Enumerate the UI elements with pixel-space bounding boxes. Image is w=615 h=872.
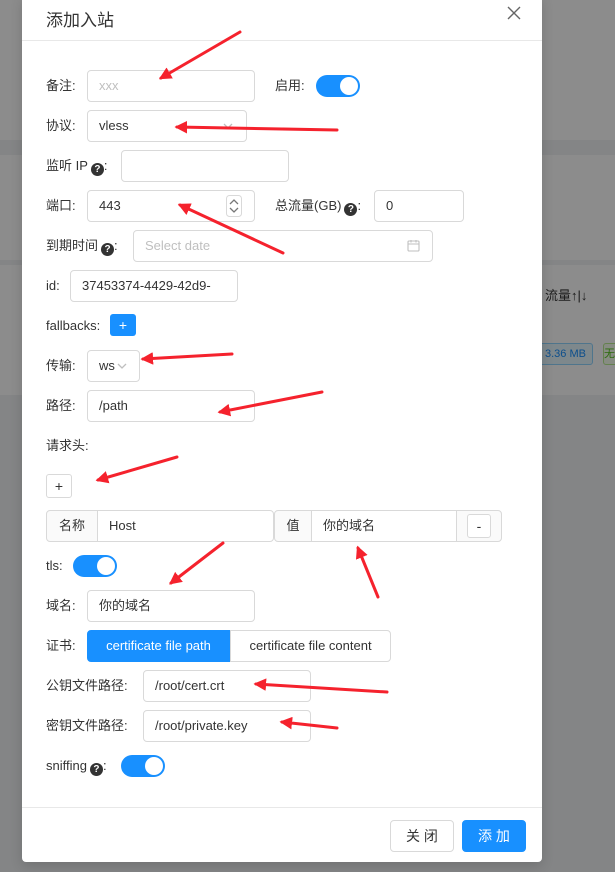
remark-input[interactable]: xxx — [87, 70, 255, 102]
help-icon[interactable]: ? — [89, 763, 103, 776]
id-label: id: — [46, 278, 60, 293]
cert-file-path-option[interactable]: certificate file path — [87, 630, 230, 662]
transport-select[interactable]: ws — [87, 350, 140, 382]
cert-file-content-option[interactable]: certificate file content — [230, 630, 391, 662]
total-traffic-text: 总流量(GB) — [275, 198, 342, 213]
remark-label: 备注: — [46, 78, 76, 93]
domain-input[interactable]: 你的域名 — [87, 590, 255, 622]
switch-knob — [97, 557, 115, 575]
listen-ip-input[interactable] — [121, 150, 289, 182]
path-input[interactable]: /path — [87, 390, 255, 422]
transport-value: ws — [99, 358, 115, 373]
public-key-input[interactable]: /root/cert.crt — [143, 670, 311, 702]
total-traffic-input[interactable]: 0 — [374, 190, 464, 222]
calendar-icon — [407, 240, 420, 252]
expiry-text: 到期时间 — [46, 238, 99, 253]
public-key-value: /root/cert.crt — [155, 678, 225, 693]
sniffing-text: sniffing — [46, 758, 87, 773]
listen-ip-label: 监听 IP?: — [46, 156, 108, 176]
protocol-label: 协议: — [46, 118, 76, 133]
tls-switch[interactable] — [73, 555, 117, 577]
headers-label: 请求头: — [46, 438, 89, 453]
close-icon[interactable] — [506, 5, 522, 21]
chevron-down-icon — [223, 123, 233, 129]
header-name-addon: 名称 — [46, 510, 98, 542]
sniffing-switch[interactable] — [121, 755, 165, 777]
remove-header-button[interactable]: - — [467, 514, 491, 538]
total-traffic-colon: : — [357, 198, 362, 213]
modal-header: 添加入站 — [22, 0, 542, 41]
domain-value: 你的域名 — [99, 598, 152, 613]
listen-ip-text: 监听 IP — [46, 158, 88, 173]
add-button[interactable]: 添 加 — [462, 820, 526, 852]
sniffing-colon: : — [102, 758, 107, 773]
port-label: 端口: — [46, 198, 76, 213]
transport-label: 传输: — [46, 358, 76, 373]
add-header-button[interactable]: + — [46, 474, 72, 498]
close-button[interactable]: 关 闭 — [390, 820, 454, 852]
id-value: 37453374-4429-42d9- — [82, 278, 211, 293]
header-name-input[interactable]: Host — [97, 510, 274, 542]
path-label: 路径: — [46, 398, 76, 413]
enable-label: 启用: — [275, 78, 305, 93]
enable-switch[interactable] — [316, 75, 360, 97]
switch-knob — [145, 757, 163, 775]
domain-label: 域名: — [46, 598, 76, 613]
add-fallback-button[interactable]: + — [110, 314, 136, 336]
help-icon[interactable]: ? — [90, 163, 104, 176]
switch-knob — [340, 77, 358, 95]
total-traffic-label: 总流量(GB)?: — [275, 196, 361, 216]
fallbacks-label: fallbacks: — [46, 318, 101, 333]
total-traffic-value: 0 — [386, 198, 394, 213]
number-stepper-icon[interactable] — [226, 195, 242, 217]
private-key-value: /root/private.key — [155, 718, 248, 733]
protocol-value: vless — [99, 118, 129, 133]
public-key-label: 公钥文件路径: — [46, 678, 128, 693]
expiry-placeholder: Select date — [145, 238, 211, 253]
expiry-date-picker[interactable]: Select date — [133, 230, 433, 262]
chevron-down-icon — [117, 363, 127, 369]
modal-title: 添加入站 — [46, 11, 114, 30]
listen-ip-colon: : — [103, 158, 108, 173]
expiry-colon: : — [114, 238, 118, 253]
header-value-input[interactable]: 你的域名 — [311, 510, 457, 542]
modal-footer: 关 闭 添 加 — [22, 807, 542, 862]
remark-placeholder: xxx — [99, 78, 119, 93]
help-icon[interactable]: ? — [344, 203, 358, 216]
sniffing-label: sniffing?: — [46, 756, 107, 776]
private-key-label: 密钥文件路径: — [46, 718, 128, 733]
header-value-value: 你的域名 — [323, 518, 376, 533]
tls-label: tls: — [46, 558, 63, 573]
id-input[interactable]: 37453374-4429-42d9- — [70, 270, 238, 302]
private-key-input[interactable]: /root/private.key — [143, 710, 311, 742]
help-icon[interactable]: ? — [101, 243, 115, 256]
cert-label: 证书: — [46, 638, 76, 653]
port-value: 443 — [99, 198, 121, 213]
header-value-addon: 值 — [274, 510, 312, 542]
expiry-label: 到期时间?: — [46, 236, 118, 256]
path-value: /path — [99, 398, 128, 413]
header-name-value: Host — [109, 518, 136, 533]
